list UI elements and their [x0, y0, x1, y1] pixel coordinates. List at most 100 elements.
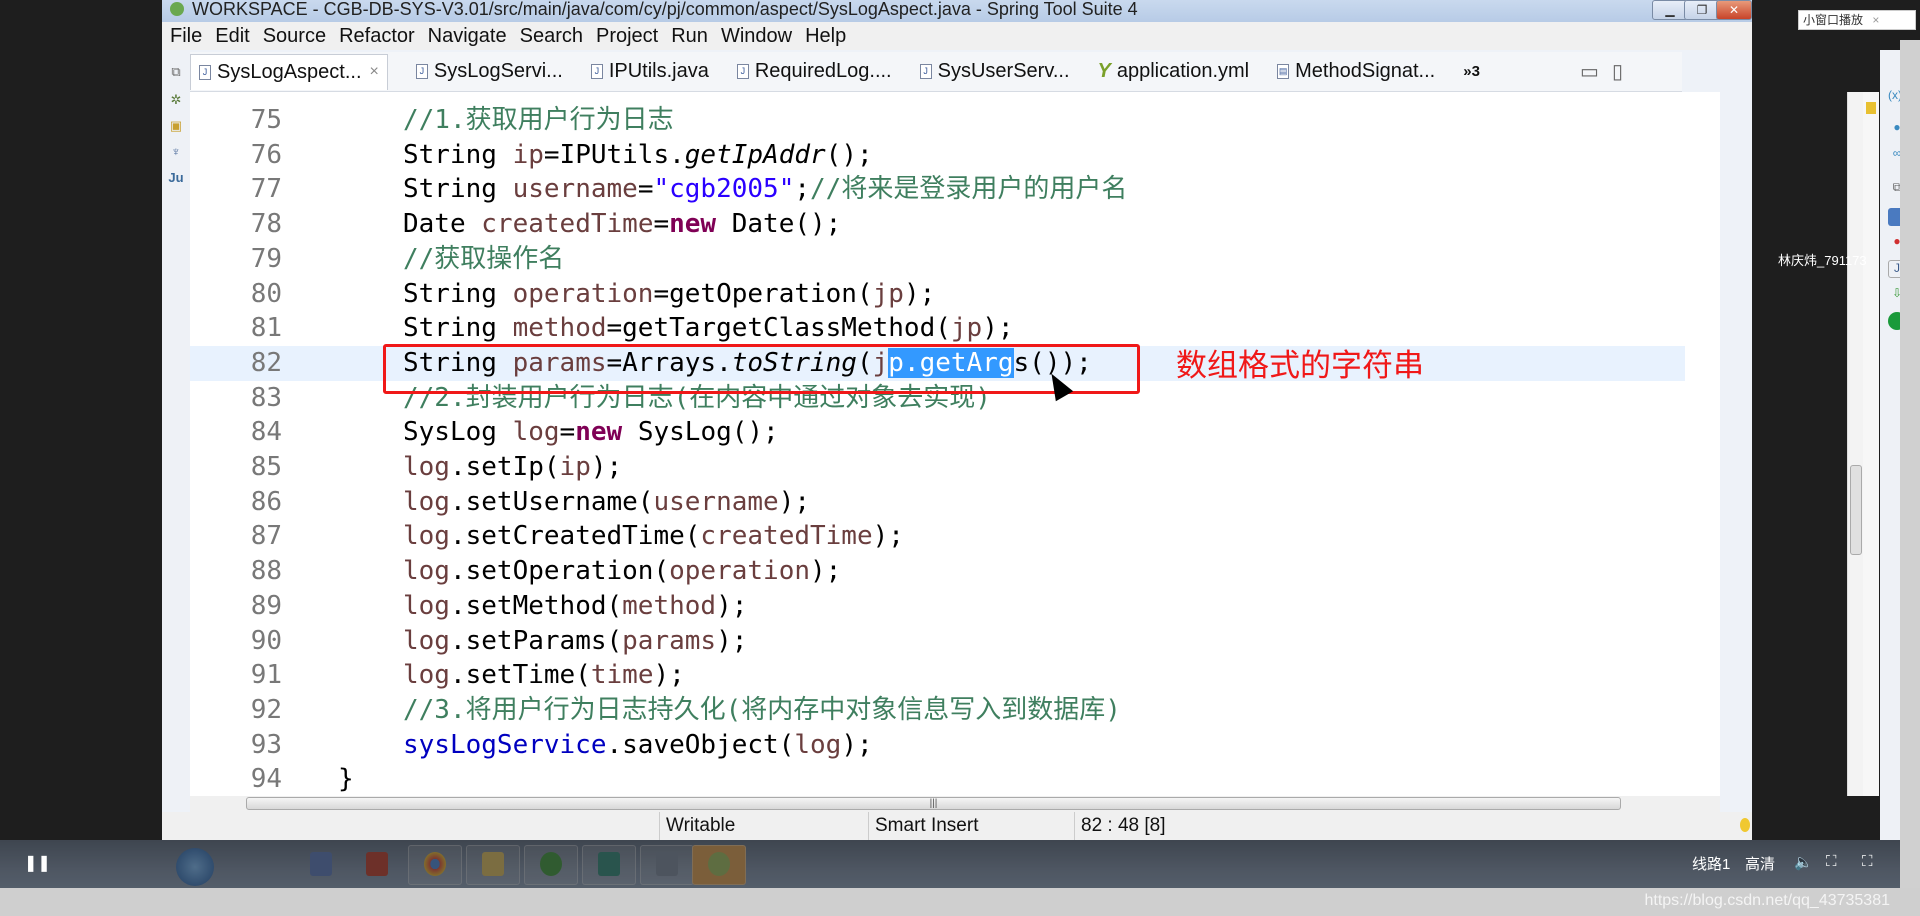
- menu-project[interactable]: Project: [596, 22, 658, 50]
- code-line[interactable]: 86 log.setUsername(username);: [190, 485, 1685, 520]
- tip-lightbulb-icon[interactable]: [1740, 818, 1750, 832]
- menu-bar: File Edit Source Refactor Navigate Searc…: [162, 22, 1752, 50]
- code-line[interactable]: 85 log.setIp(ip);: [190, 450, 1685, 485]
- code-line[interactable]: 92 //3.将用户行为日志持久化(将内存中对象信息写入到数据库): [190, 693, 1685, 728]
- minimize-button[interactable]: ▁: [1652, 0, 1688, 20]
- code-line[interactable]: 94}: [190, 762, 1685, 796]
- tab-iputils[interactable]: J IPUtils.java: [590, 60, 709, 83]
- code-line[interactable]: 75 //1.获取用户行为日志: [190, 103, 1685, 138]
- tab-label: SysLogServi...: [433, 60, 563, 82]
- user-watermark: 林庆炜_791173: [1778, 253, 1867, 268]
- menu-refactor[interactable]: Refactor: [339, 22, 415, 50]
- line-number: 75: [250, 105, 282, 135]
- maximize-editor-icon[interactable]: ▯: [1612, 59, 1623, 84]
- tab-application-yml[interactable]: Yapplication.yml: [1098, 60, 1250, 83]
- line-number: 81: [250, 313, 282, 344]
- restore-button[interactable]: ❐: [1684, 0, 1720, 20]
- code-token: );: [841, 729, 873, 760]
- code-text: String ip=IPUtils.getIpAddr();: [403, 138, 873, 173]
- code-token: =: [653, 209, 670, 240]
- tab-close-icon[interactable]: ×: [370, 63, 379, 81]
- code-line[interactable]: 76 String ip=IPUtils.getIpAddr();: [190, 138, 1685, 173]
- code-line[interactable]: 80 String operation=getOperation(jp);: [190, 277, 1685, 312]
- code-token: .saveObject(: [606, 729, 795, 760]
- menu-help[interactable]: Help: [805, 22, 846, 50]
- line-number: 77: [250, 174, 282, 205]
- warning-marker-icon[interactable]: [1866, 102, 1876, 114]
- code-text: //1.获取用户行为日志: [403, 103, 674, 138]
- horizontal-scrollbar[interactable]: |||: [190, 796, 1720, 812]
- pip-button[interactable]: 小窗口播放 ×: [1798, 10, 1916, 30]
- code-token: new: [575, 417, 623, 448]
- package-explorer-icon[interactable]: ▣: [168, 118, 184, 134]
- code-line[interactable]: 87 log.setCreatedTime(createdTime);: [190, 519, 1685, 554]
- line-number: 94: [250, 764, 282, 795]
- line-number: 91: [250, 660, 282, 691]
- tabs-overflow-button[interactable]: »3: [1463, 63, 1480, 80]
- tab-methodsignature[interactable]: ▤ MethodSignat...: [1277, 60, 1435, 83]
- menu-window[interactable]: Window: [721, 22, 792, 50]
- junit-icon[interactable]: Ju: [168, 170, 184, 186]
- code-line[interactable]: 93 sysLogService.saveObject(log);: [190, 728, 1685, 763]
- status-writable: Writable: [659, 812, 735, 840]
- code-line[interactable]: 91 log.setTime(time);: [190, 658, 1685, 693]
- code-token: log: [403, 660, 450, 691]
- code-token: String: [403, 174, 513, 205]
- menu-navigate[interactable]: Navigate: [428, 22, 507, 50]
- volume-icon[interactable]: 🔈: [1794, 853, 1813, 871]
- code-line[interactable]: 77 String username="cgb2005";//将来是登录用户的用户…: [190, 172, 1685, 207]
- vertical-scrollbar[interactable]: [1847, 92, 1863, 796]
- code-text: //3.将用户行为日志持久化(将内存中对象信息写入到数据库): [403, 693, 1121, 728]
- code-line[interactable]: 84 SysLog log=new SysLog();: [190, 415, 1685, 450]
- line-number: 80: [250, 278, 282, 309]
- code-token: createdTime: [700, 521, 873, 552]
- code-token: String: [403, 313, 513, 344]
- code-line[interactable]: 90 log.setParams(params);: [190, 624, 1685, 659]
- code-line[interactable]: 78 Date createdTime=new Date();: [190, 207, 1685, 242]
- restore-view-icon[interactable]: ⧉: [168, 64, 184, 80]
- line-selector[interactable]: 线路1: [1692, 853, 1730, 874]
- vertical-scroll-thumb[interactable]: [1850, 465, 1862, 555]
- code-token: operation: [512, 278, 654, 309]
- code-token: ip: [512, 139, 544, 170]
- outline-icon[interactable]: ✲: [168, 92, 184, 108]
- code-line[interactable]: 88 log.setOperation(operation);: [190, 554, 1685, 589]
- code-token: sysLogService: [403, 729, 607, 760]
- pip-close-icon[interactable]: ×: [1872, 13, 1879, 27]
- code-token: new: [669, 209, 717, 240]
- menu-source[interactable]: Source: [263, 22, 326, 50]
- side-panel: [1900, 40, 1920, 888]
- overview-ruler[interactable]: [1863, 92, 1879, 796]
- code-text: String method=getTargetClassMethod(jp);: [403, 311, 1014, 346]
- code-line[interactable]: 79 //获取操作名: [190, 242, 1685, 277]
- menu-run[interactable]: Run: [671, 22, 708, 50]
- tab-sysuserservice[interactable]: J SysUserServ...: [919, 60, 1070, 83]
- code-token: ;: [794, 174, 811, 205]
- menu-file[interactable]: File: [170, 22, 202, 50]
- tab-label: SysLogAspect...: [217, 60, 362, 83]
- menu-edit[interactable]: Edit: [215, 22, 249, 50]
- code-editor[interactable]: 75 //1.获取用户行为日志 76 String ip=IPUtils.getIpA…: [190, 92, 1720, 796]
- code-line[interactable]: 89 log.setMethod(method);: [190, 589, 1685, 624]
- hierarchy-icon[interactable]: ♆: [168, 144, 184, 160]
- line-number: 78: [250, 209, 282, 240]
- annotation-text: 数组格式的字符串: [1176, 348, 1424, 383]
- quality-selector[interactable]: 高清: [1745, 853, 1775, 874]
- tab-requiredlog[interactable]: J RequiredLog....: [736, 60, 892, 83]
- close-window-button[interactable]: ✕: [1716, 0, 1752, 20]
- code-token: SysLog();: [622, 417, 779, 448]
- horizontal-scroll-thumb[interactable]: |||: [246, 797, 1621, 810]
- eclipse-window: WORKSPACE - CGB-DB-SYS-V3.01/src/main/ja…: [162, 0, 1914, 840]
- widescreen-icon[interactable]: ⛶: [1826, 853, 1837, 870]
- code-token: method: [512, 313, 607, 344]
- minimize-editor-icon[interactable]: ▭: [1580, 59, 1599, 84]
- menu-search[interactable]: Search: [520, 22, 583, 50]
- code-token: log: [403, 556, 450, 587]
- tab-syslogservice[interactable]: J SysLogServi...: [415, 60, 563, 83]
- tab-syslogaspect[interactable]: J SysLogAspect... ×: [190, 53, 388, 90]
- code-token: .setParams(: [449, 625, 623, 656]
- code-line[interactable]: 81 String method=getTargetClassMethod(jp)…: [190, 311, 1685, 346]
- fullscreen-icon[interactable]: ⛶: [1862, 853, 1873, 870]
- pause-icon[interactable]: ❚❚: [24, 853, 51, 873]
- code-token: username: [653, 486, 779, 517]
